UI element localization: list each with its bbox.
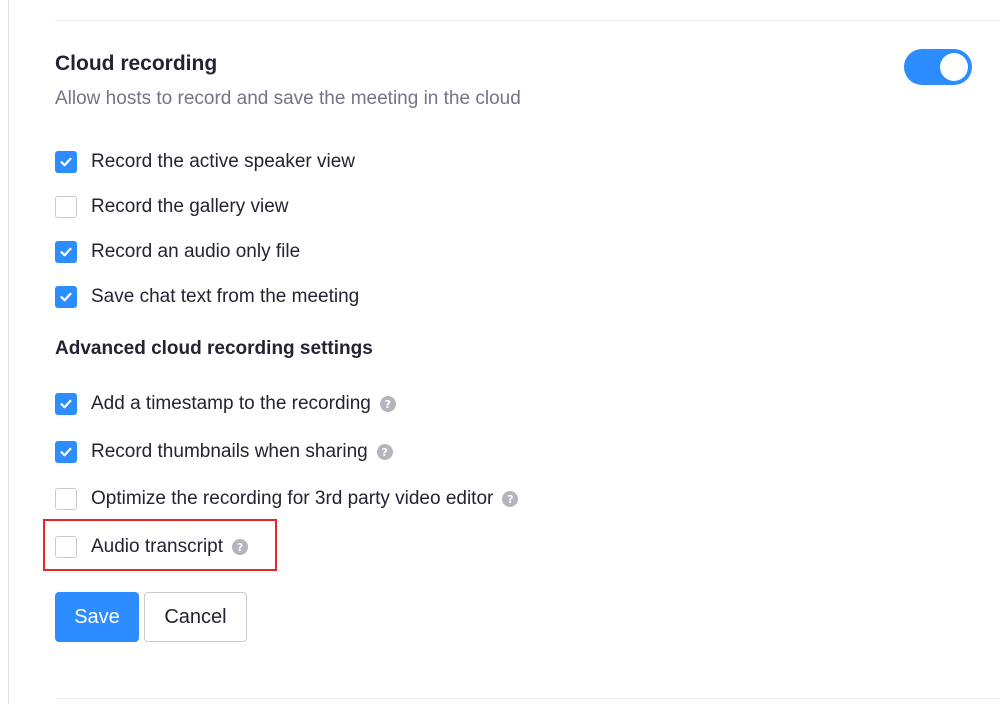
- section-description: Allow hosts to record and save the meeti…: [55, 88, 521, 109]
- checkbox[interactable]: [55, 196, 77, 218]
- option-label: Record the active speaker view: [91, 151, 356, 172]
- question-circle-icon[interactable]: ?: [379, 396, 396, 412]
- question-circle-icon[interactable]: ?: [502, 491, 519, 507]
- checkbox[interactable]: [55, 241, 77, 263]
- section-title: Cloud recording: [55, 52, 218, 75]
- checkbox[interactable]: [55, 151, 77, 173]
- checkmark-icon: [60, 157, 72, 167]
- option-label: Record an audio only file: [91, 241, 301, 262]
- option-gallery-view[interactable]: Record the gallery view: [55, 194, 288, 220]
- option-optimize-3rd-party-editor[interactable]: Optimize the recording for 3rd party vid…: [55, 486, 519, 512]
- checkbox[interactable]: [55, 393, 77, 415]
- option-label: Record the gallery view: [91, 196, 289, 217]
- highlight-box: [43, 519, 277, 571]
- option-label: Add a timestamp to the recording: [91, 393, 371, 414]
- option-label: Save chat text from the meeting: [91, 286, 360, 307]
- checkbox[interactable]: [55, 286, 77, 308]
- advanced-settings-heading: Advanced cloud recording settings: [55, 338, 373, 359]
- question-circle-icon[interactable]: ?: [376, 444, 393, 460]
- checkbox[interactable]: [55, 488, 77, 510]
- option-audio-only-file[interactable]: Record an audio only file: [55, 239, 300, 265]
- checkmark-icon: [60, 292, 72, 302]
- checkmark-icon: [60, 247, 72, 257]
- save-button[interactable]: Save: [55, 592, 139, 642]
- checkbox[interactable]: [55, 441, 77, 463]
- bottom-divider: [55, 698, 1000, 699]
- top-divider: [55, 20, 1000, 21]
- left-divider: [8, 0, 9, 704]
- checkmark-icon: [60, 399, 72, 409]
- checkmark-icon: [60, 447, 72, 457]
- option-record-thumbnails[interactable]: Record thumbnails when sharing ?: [55, 439, 393, 465]
- cloud-recording-toggle[interactable]: [904, 49, 972, 85]
- toggle-knob: [940, 53, 968, 81]
- option-add-timestamp[interactable]: Add a timestamp to the recording ?: [55, 391, 396, 417]
- option-active-speaker-view[interactable]: Record the active speaker view: [55, 149, 355, 175]
- option-label: Optimize the recording for 3rd party vid…: [91, 488, 494, 509]
- option-label: Record thumbnails when sharing: [91, 441, 368, 462]
- cancel-button[interactable]: Cancel: [144, 592, 247, 642]
- option-save-chat-text[interactable]: Save chat text from the meeting: [55, 284, 359, 310]
